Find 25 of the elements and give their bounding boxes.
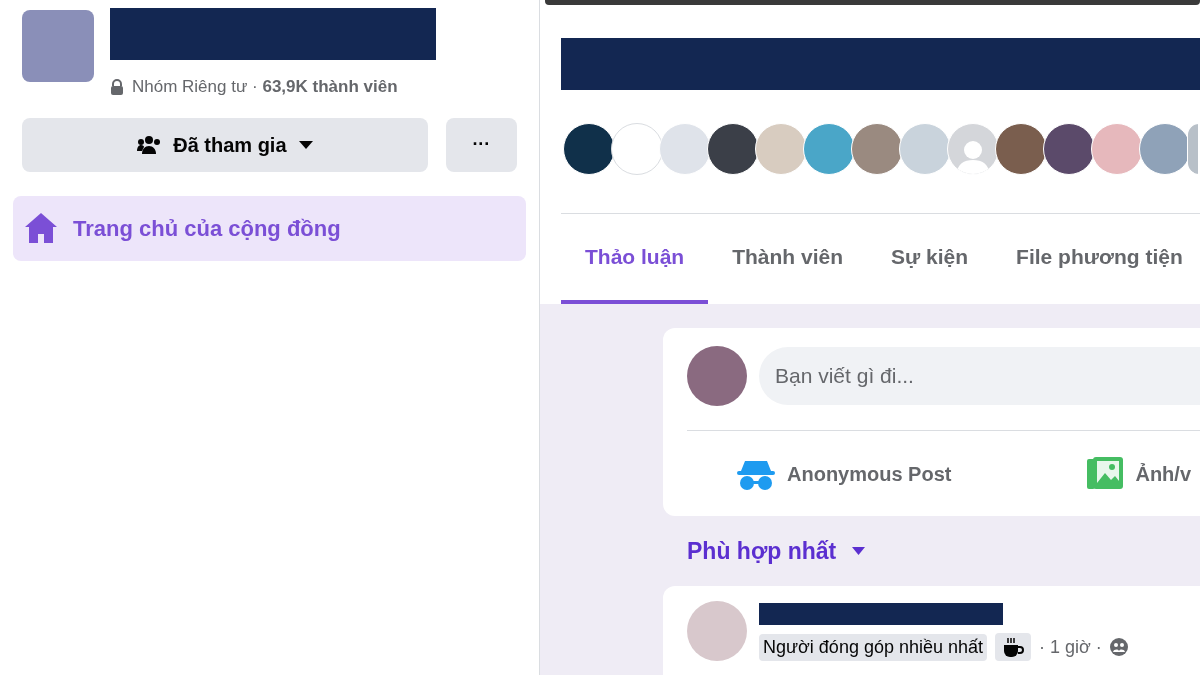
tab[interactable]: Sự kiện [867,214,993,304]
post-input-field[interactable]: Bạn viết gì đi... [759,347,1200,405]
group-audience-icon [1109,638,1128,656]
privacy-member-count: Nhóm Riêng tư · 63,9K thành viên [132,76,398,98]
lock-icon [110,78,124,95]
joined-button[interactable]: Đã tham gia [22,117,428,172]
tab[interactable]: File phương tiện [992,214,1200,304]
author-avatar [687,601,747,661]
sidebar-item[interactable]: Trang chủ của cộng đồng [13,195,526,261]
post-time: · 1 giờ · [1039,635,1102,659]
home-icon [25,213,57,243]
anonymous-post-button[interactable]: Anonymous Post [737,456,952,491]
contributor-badge: Người đóng góp nhiều nhất [759,633,988,661]
group-icon [137,134,162,155]
sort-dropdown[interactable]: Phù hợp nhất [663,516,1200,586]
group-photo-placeholder [22,10,94,82]
more-button[interactable]: ··· [445,117,517,172]
user-avatar [687,346,747,406]
photo-icon [1087,456,1124,491]
photo-button[interactable]: Ảnh/v [1087,456,1191,491]
caret-icon [298,140,313,149]
tab[interactable]: Thành viên [708,214,868,304]
coffee-cup-icon [1002,637,1025,657]
person-silhouette-icon [955,138,991,174]
caret-icon [852,547,866,555]
